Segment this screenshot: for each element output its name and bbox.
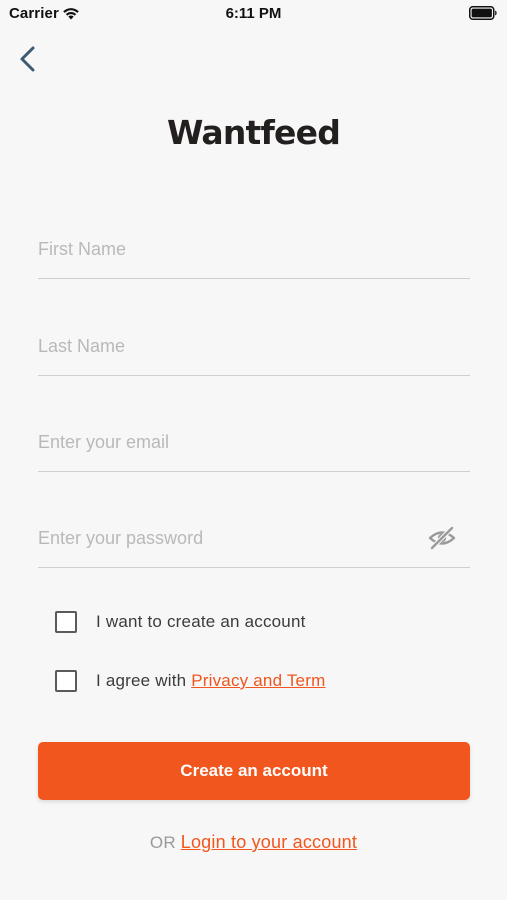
chevron-left-icon xyxy=(20,46,35,72)
agree-row: I agree with Privacy and Term xyxy=(55,669,325,693)
last-name-input[interactable] xyxy=(38,329,470,363)
email-field xyxy=(38,425,470,472)
create-account-label: I want to create an account xyxy=(96,612,306,631)
agree-label: I agree with Privacy and Term xyxy=(96,671,325,691)
first-name-input[interactable] xyxy=(38,232,470,266)
login-link[interactable]: Login to your account xyxy=(181,832,357,852)
last-name-field xyxy=(38,329,470,376)
agree-checkbox[interactable] xyxy=(55,670,77,692)
first-name-field xyxy=(38,232,470,279)
app-logo: Wantfeed xyxy=(166,113,341,152)
status-bar: Carrier 6:11 PM xyxy=(0,0,507,28)
clock: 6:11 PM xyxy=(225,5,282,22)
agree-prefix: I agree with xyxy=(96,671,192,690)
or-label: OR xyxy=(149,833,181,852)
eye-off-icon[interactable] xyxy=(428,526,456,550)
email-input[interactable] xyxy=(38,425,470,459)
password-field xyxy=(38,521,470,568)
privacy-term-link[interactable]: Privacy and Term xyxy=(191,671,325,690)
create-account-row: I want to create an account xyxy=(55,610,306,634)
login-prompt: OR Login to your account xyxy=(0,832,507,853)
create-account-checkbox[interactable] xyxy=(55,611,77,633)
password-input[interactable] xyxy=(38,521,470,555)
battery-icon xyxy=(469,6,497,20)
back-button[interactable] xyxy=(14,43,44,75)
create-account-button[interactable]: Create an account xyxy=(38,742,470,800)
